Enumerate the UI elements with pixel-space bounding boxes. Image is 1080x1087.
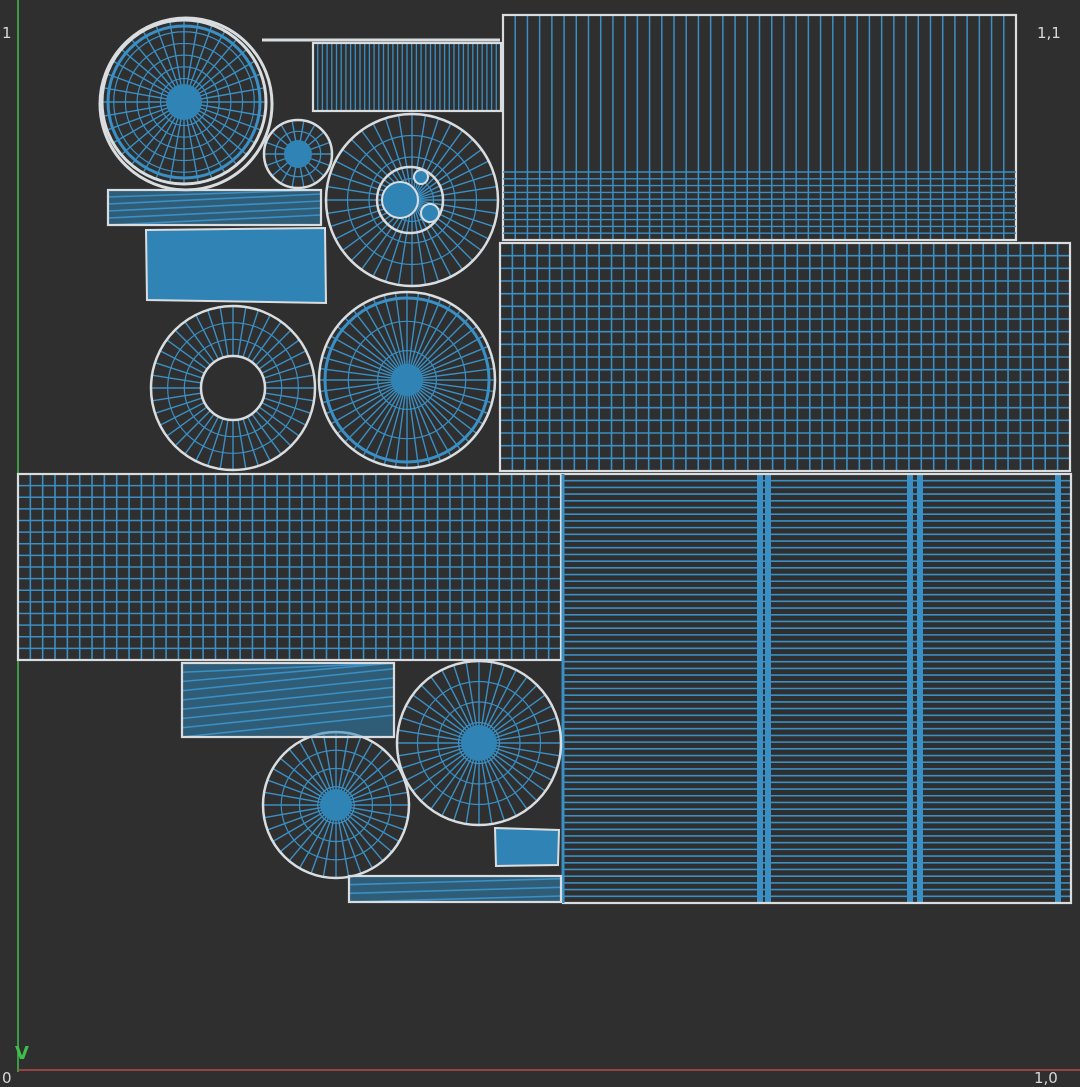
lower-disc-right-island[interactable] <box>395 659 563 827</box>
v-axis-label: V <box>15 1043 29 1064</box>
thin-strip-island[interactable] <box>311 41 503 113</box>
hatched-strip-island[interactable] <box>180 661 396 739</box>
flat-bar-island[interactable] <box>106 188 323 227</box>
uv-corner-label-top-left: 1 <box>2 24 12 42</box>
uv-corner-label-bottom-left: 0 <box>2 1069 12 1087</box>
disc-with-holes-island[interactable] <box>324 112 500 288</box>
radial-disc-island[interactable] <box>317 290 497 470</box>
top-tall-grid-island[interactable] <box>501 13 1018 242</box>
large-ribbed-panel-island[interactable] <box>561 472 1073 905</box>
large-disc-island[interactable] <box>100 18 268 186</box>
small-quad-island[interactable] <box>493 826 561 868</box>
uv-editor-viewport[interactable]: 1 1,1 0 1,0 V <box>0 0 1080 1086</box>
top-dense-grid-island[interactable] <box>498 241 1072 473</box>
bottom-strip-island[interactable] <box>347 874 563 904</box>
uv-layout-canvas[interactable] <box>0 0 1080 1080</box>
uv-corner-label-top-right: 1,1 <box>1037 24 1061 42</box>
solid-quad-island[interactable] <box>144 226 328 305</box>
uv-corner-label-bottom-right: 1,0 <box>1034 1069 1058 1087</box>
uv-islands-group <box>16 13 1073 905</box>
ring-island[interactable] <box>149 304 317 472</box>
lower-disc-left-island[interactable] <box>261 730 411 880</box>
small-disc-island[interactable] <box>262 118 334 190</box>
left-grid-island[interactable] <box>16 472 563 662</box>
